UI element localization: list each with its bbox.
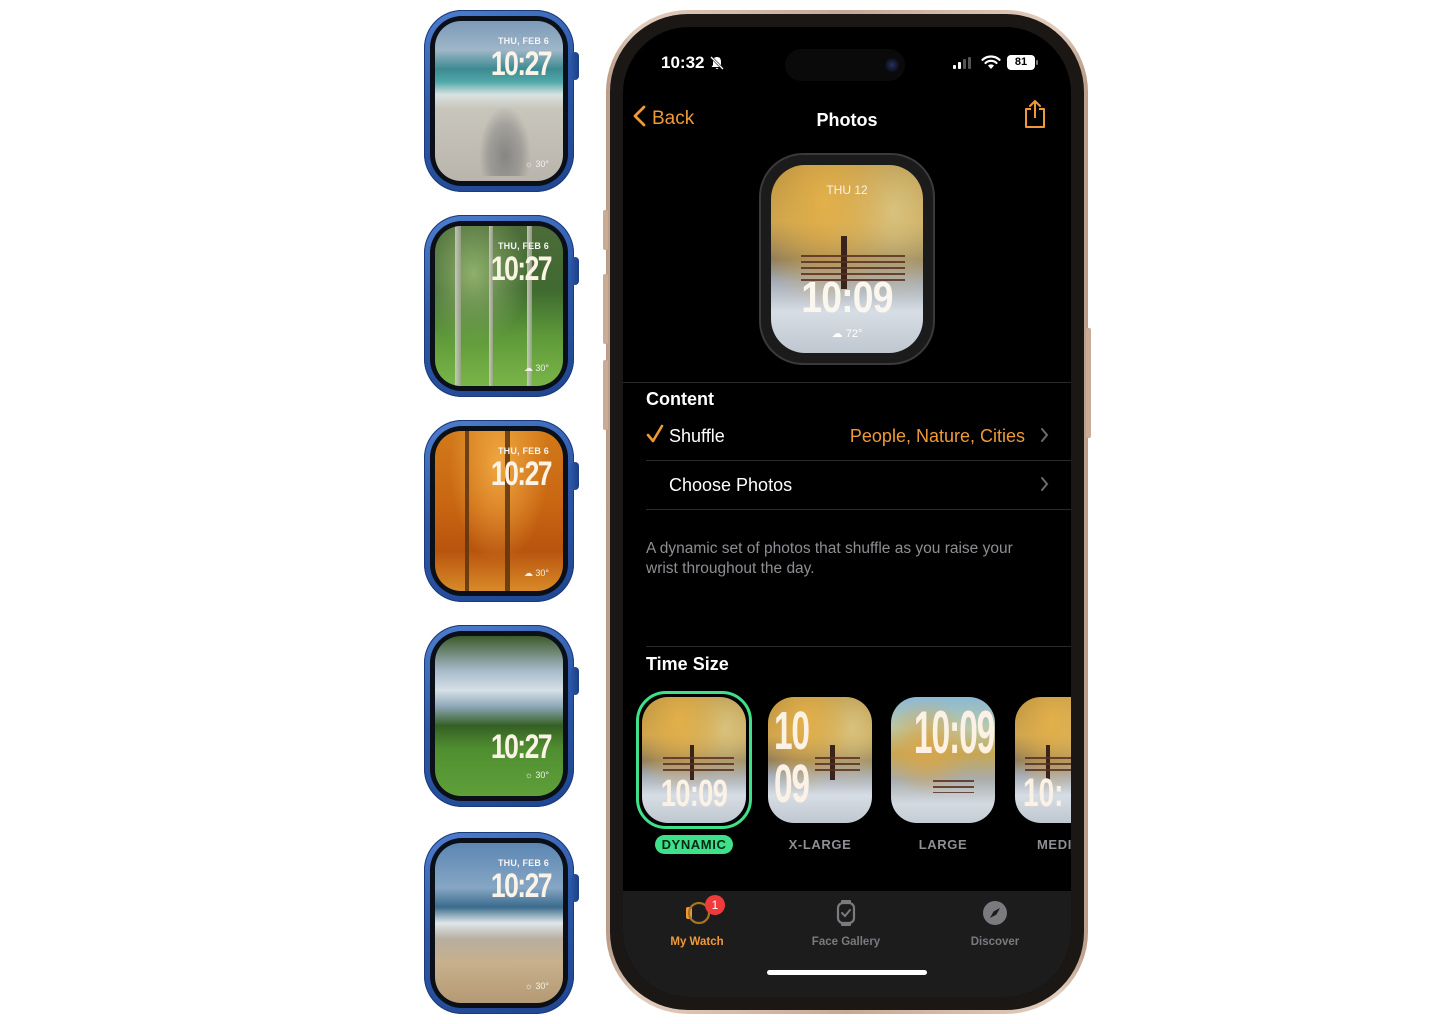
choose-photos-label: Choose Photos [669, 475, 793, 495]
shuffle-value: People, Nature, Cities [849, 426, 1025, 446]
thumbnail-time: 10: [1023, 771, 1064, 815]
page-title: Photos [816, 110, 878, 130]
wifi-icon [981, 54, 1001, 75]
side-button [1086, 328, 1091, 438]
shadow-figures [479, 106, 531, 176]
tab-label: My Watch [670, 936, 724, 948]
divider [623, 382, 1071, 383]
shuffle-row[interactable]: Shuffle People, Nature, Cities [646, 415, 1053, 459]
chevron-right-icon [1040, 427, 1049, 448]
tab-my-watch[interactable]: 1 My Watch [637, 895, 757, 948]
phone-display: 10:32 81 Back Photos THU 12 10:09 ☁ 72° … [623, 27, 1071, 997]
time-size-label: X-LARGE [788, 837, 852, 852]
watch-screen: THU, FEB 6 10:27 ☁ 30° [435, 431, 563, 591]
navigation-bar: Back Photos [623, 99, 1071, 143]
notification-badge: 1 [705, 895, 725, 915]
iphone-frame: 10:32 81 Back Photos THU 12 10:09 ☁ 72° … [603, 10, 1091, 1014]
share-button[interactable] [1023, 99, 1047, 134]
home-indicator[interactable] [767, 970, 927, 975]
tab-label: Discover [970, 936, 1020, 948]
time-size-label: LARGE [918, 837, 968, 852]
tab-face-gallery[interactable]: Face Gallery [786, 899, 906, 948]
divider [646, 460, 1071, 461]
watch-preview-autumn: THU, FEB 6 10:27 ☁ 30° [424, 420, 579, 602]
watch-preview-park: 10:27 ☼ 30° [424, 625, 579, 807]
content-section-title: Content [646, 389, 714, 409]
front-camera [885, 58, 899, 72]
bell-slash-icon [709, 55, 725, 76]
watch-preview-beach: THU, FEB 6 10:27 ☼ 30° [424, 10, 579, 192]
watch-face-preview: THU 12 10:09 ☁ 72° [759, 153, 935, 365]
watch-temp: ☁ 30° [523, 363, 549, 373]
watch-temp: ☼ 30° [524, 159, 549, 169]
checkmark-icon [646, 423, 664, 450]
compass-icon [981, 901, 1009, 931]
time-size-thumbnail: 10:09 [642, 697, 746, 823]
watch-crown [571, 52, 579, 80]
action-button [603, 210, 608, 250]
thumbnail-time: 10:09 [913, 699, 995, 766]
watch-screen: 10:27 ☼ 30° [435, 636, 563, 796]
preview-temp: ☁ 72° [831, 328, 863, 340]
watch-time: 10:27 [490, 250, 553, 288]
watch-temp: ☼ 30° [524, 770, 549, 780]
time-size-label: MEDI [1037, 837, 1071, 852]
watch-time: 10:27 [490, 455, 553, 493]
time-size-thumbnail: 10: [1015, 697, 1071, 823]
watch-time: 10:27 [490, 45, 553, 83]
tab-discover[interactable]: Discover [935, 899, 1055, 948]
watch-crown [571, 667, 579, 695]
watch-crown [571, 874, 579, 902]
time-size-thumbnail: 10:09 [891, 697, 995, 823]
watch-screen: THU, FEB 6 10:27 ☁ 30° [435, 226, 563, 386]
watch-time: 10:27 [490, 728, 553, 766]
time-size-thumbnail: 10 09 [768, 697, 872, 823]
time-size-label: DYNAMIC [654, 835, 734, 854]
watch-face-icon [832, 900, 860, 931]
my-watch-icon [679, 901, 715, 931]
status-time: 10:32 [661, 53, 705, 72]
battery-indicator: 81 [1007, 55, 1035, 70]
volume-up-button [603, 274, 608, 344]
choose-photos-row[interactable]: Choose Photos [646, 464, 1053, 508]
thumbnail-time: 10:09 [660, 773, 728, 815]
watch-crown [571, 257, 579, 285]
content-footnote: A dynamic set of photos that shuffle as … [646, 540, 1013, 577]
preview-screen: THU 12 10:09 ☁ 72° [771, 165, 923, 353]
watch-temp: ☁ 30° [523, 568, 549, 578]
thumbnail-time: 10 09 [774, 701, 810, 814]
watch-temp: ☼ 30° [524, 981, 549, 991]
watch-time: 10:27 [490, 867, 553, 905]
cellular-signal-icon [953, 57, 971, 69]
watch-crown [571, 462, 579, 490]
status-bar: 10:32 81 [623, 27, 1071, 91]
time-size-section-title: Time Size [646, 654, 729, 674]
watch-screen: THU, FEB 6 10:27 ☼ 30° [435, 21, 563, 181]
tab-label: Face Gallery [811, 936, 881, 948]
volume-down-button [603, 360, 608, 430]
share-icon [1023, 99, 1047, 133]
chevron-right-icon [1040, 476, 1049, 497]
divider [646, 509, 1071, 510]
divider [646, 646, 1071, 647]
shuffle-label: Shuffle [669, 426, 725, 446]
tab-bar: 1 My Watch Face Gallery Discover [623, 891, 1071, 997]
watch-preview-shoreline: THU, FEB 6 10:27 ☼ 30° [424, 832, 579, 1014]
preview-date: THU 12 [826, 183, 868, 197]
preview-time: 10:09 [801, 273, 893, 322]
watch-screen: THU, FEB 6 10:27 ☼ 30° [435, 843, 563, 1003]
watch-preview-forest: THU, FEB 6 10:27 ☁ 30° [424, 215, 579, 397]
